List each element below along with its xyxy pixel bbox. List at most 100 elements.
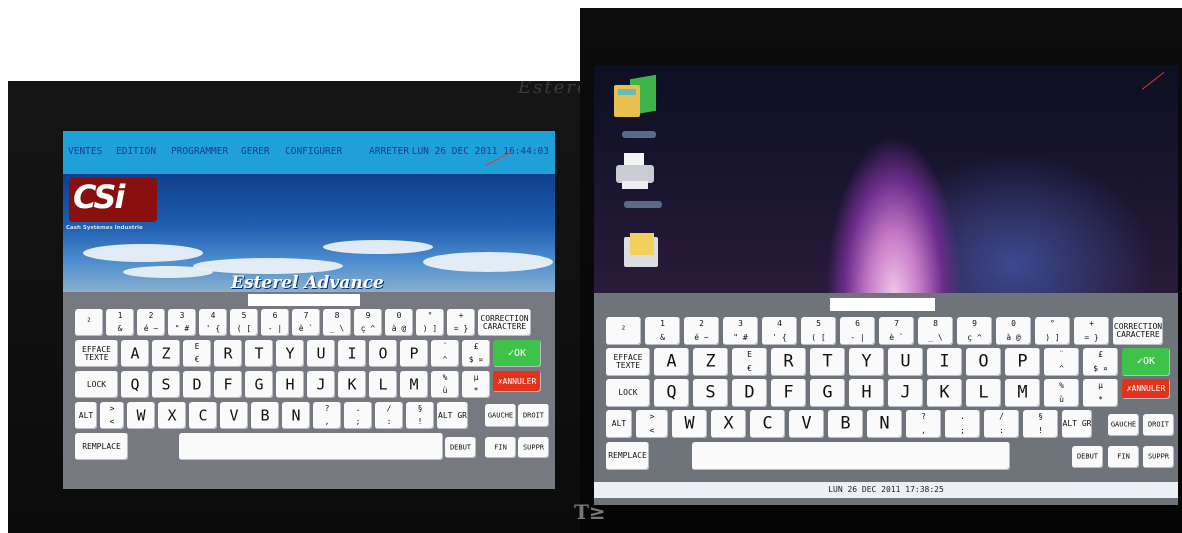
key-sym-r4-3[interactable]: §! bbox=[406, 402, 434, 429]
key-row1-5[interactable]: 5( [ bbox=[230, 309, 258, 336]
key-row1-1[interactable]: 1 & bbox=[645, 317, 680, 345]
key-k[interactable]: K bbox=[927, 379, 962, 407]
key-t[interactable]: T bbox=[245, 340, 273, 367]
key-row1-0[interactable]: ² bbox=[606, 317, 641, 345]
remplace-button[interactable]: REMPLACE bbox=[606, 442, 649, 470]
key-z[interactable]: Z bbox=[152, 340, 180, 367]
key-w[interactable]: W bbox=[672, 410, 707, 438]
key-d[interactable]: D bbox=[732, 379, 767, 407]
key-row1-8[interactable]: 8 _ \ bbox=[323, 309, 351, 336]
key-o[interactable]: O bbox=[369, 340, 397, 367]
key-angle[interactable]: > < bbox=[100, 402, 124, 429]
droit-button[interactable]: DROIT bbox=[518, 404, 549, 427]
key-q[interactable]: Q bbox=[654, 379, 689, 407]
annuler-button[interactable]: ✗ANNULER bbox=[1122, 379, 1170, 399]
key-row1-5[interactable]: 5( [ bbox=[801, 317, 836, 345]
key-r[interactable]: R bbox=[771, 348, 806, 376]
key-row1-10[interactable]: 0à @ bbox=[385, 309, 413, 336]
key-row1-4[interactable]: 4 ' { bbox=[199, 309, 227, 336]
key-row1-12[interactable]: + = } bbox=[447, 309, 475, 336]
key-sym-r4-3[interactable]: §! bbox=[1023, 410, 1058, 438]
key-row1-9[interactable]: 9ç ^ bbox=[957, 317, 992, 345]
key-j[interactable]: J bbox=[307, 371, 335, 398]
key-v[interactable]: V bbox=[220, 402, 248, 429]
lock-button[interactable]: LOCK bbox=[606, 379, 650, 407]
key-y[interactable]: Y bbox=[276, 340, 304, 367]
key-row1-7[interactable]: 7è ` bbox=[879, 317, 914, 345]
ok-button[interactable]: ✓OK bbox=[1122, 348, 1170, 376]
key-g[interactable]: G bbox=[245, 371, 273, 398]
fin-button[interactable]: FIN bbox=[485, 437, 516, 458]
remplace-button[interactable]: REMPLACE bbox=[75, 433, 128, 460]
key-i[interactable]: I bbox=[927, 348, 962, 376]
key-sym-r2-1[interactable]: £ $ ¤ bbox=[462, 340, 490, 367]
key-n[interactable]: N bbox=[282, 402, 310, 429]
correction-button[interactable]: CORRECTION CARACTERE bbox=[1113, 317, 1163, 345]
debut-button[interactable]: DEBUT bbox=[1072, 446, 1103, 468]
key-h[interactable]: H bbox=[849, 379, 884, 407]
key-s[interactable]: S bbox=[152, 371, 180, 398]
key-q[interactable]: Q bbox=[121, 371, 149, 398]
key-z[interactable]: Z bbox=[693, 348, 728, 376]
key-v[interactable]: V bbox=[789, 410, 824, 438]
key-b[interactable]: B bbox=[251, 402, 279, 429]
key-sym-r3-1[interactable]: µ * bbox=[462, 371, 490, 398]
key-sym-r4-2[interactable]: /: bbox=[984, 410, 1019, 438]
key-f[interactable]: F bbox=[214, 371, 242, 398]
key-row1-8[interactable]: 8 _ \ bbox=[918, 317, 953, 345]
key-p[interactable]: P bbox=[1005, 348, 1040, 376]
key-c[interactable]: C bbox=[750, 410, 785, 438]
key-d[interactable]: D bbox=[183, 371, 211, 398]
lock-button[interactable]: LOCK bbox=[75, 371, 118, 398]
key-j[interactable]: J bbox=[888, 379, 923, 407]
key-row1-3[interactable]: 3 " # bbox=[168, 309, 196, 336]
key-m[interactable]: M bbox=[1005, 379, 1040, 407]
key-o[interactable]: O bbox=[966, 348, 1001, 376]
space-bar[interactable] bbox=[179, 433, 443, 460]
suppr-button[interactable]: SUPPR bbox=[518, 437, 549, 458]
key-s[interactable]: S bbox=[693, 379, 728, 407]
key-sym-r4-2[interactable]: /: bbox=[375, 402, 403, 429]
key-sym-r2-0[interactable]: ¨ ^ bbox=[1044, 348, 1079, 376]
key-sym-r4-0[interactable]: ?, bbox=[906, 410, 941, 438]
key-sym-r4-0[interactable]: ?, bbox=[313, 402, 341, 429]
key-row1-11[interactable]: °) ] bbox=[416, 309, 444, 336]
correction-button[interactable]: CORRECTION CARACTERE bbox=[478, 309, 531, 336]
fin-button[interactable]: FIN bbox=[1108, 446, 1139, 468]
altgr-button[interactable]: ALT GR bbox=[437, 402, 468, 429]
key-c[interactable]: C bbox=[189, 402, 217, 429]
key-g[interactable]: G bbox=[810, 379, 845, 407]
key-k[interactable]: K bbox=[338, 371, 366, 398]
key-row1-7[interactable]: 7è ` bbox=[292, 309, 320, 336]
key-row1-6[interactable]: 6- | bbox=[261, 309, 289, 336]
key-p[interactable]: P bbox=[400, 340, 428, 367]
key-sym-r3-1[interactable]: µ * bbox=[1083, 379, 1118, 407]
key-t[interactable]: T bbox=[810, 348, 845, 376]
key-row1-10[interactable]: 0à @ bbox=[996, 317, 1031, 345]
key-row1-6[interactable]: 6- | bbox=[840, 317, 875, 345]
alt-button[interactable]: ALT bbox=[75, 402, 97, 429]
key-w[interactable]: W bbox=[127, 402, 155, 429]
key-row1-2[interactable]: 2é ~ bbox=[684, 317, 719, 345]
key-sym-r2-1[interactable]: £ $ ¤ bbox=[1083, 348, 1118, 376]
suppr-button[interactable]: SUPPR bbox=[1143, 446, 1174, 468]
key-i[interactable]: I bbox=[338, 340, 366, 367]
key-sym-r3-0[interactable]: % ù bbox=[1044, 379, 1079, 407]
key-b[interactable]: B bbox=[828, 410, 863, 438]
key-l[interactable]: L bbox=[966, 379, 1001, 407]
key-row1-11[interactable]: °) ] bbox=[1035, 317, 1070, 345]
key-h[interactable]: H bbox=[276, 371, 304, 398]
key-y[interactable]: Y bbox=[849, 348, 884, 376]
efface-texte-button[interactable]: EFFACE TEXTE bbox=[75, 340, 118, 367]
key-a[interactable]: A bbox=[121, 340, 149, 367]
ok-button[interactable]: ✓OK bbox=[493, 340, 541, 367]
key-e[interactable]: E € bbox=[732, 348, 767, 376]
key-row1-4[interactable]: 4 ' { bbox=[762, 317, 797, 345]
key-row1-0[interactable]: ² bbox=[75, 309, 103, 336]
gauche-button[interactable]: GAUCHE bbox=[485, 404, 516, 427]
key-row1-2[interactable]: 2é ~ bbox=[137, 309, 165, 336]
key-sym-r4-1[interactable]: .; bbox=[945, 410, 980, 438]
gauche-button[interactable]: GAUCHE bbox=[1108, 414, 1139, 436]
key-row1-1[interactable]: 1 & bbox=[106, 309, 134, 336]
key-r[interactable]: R bbox=[214, 340, 242, 367]
